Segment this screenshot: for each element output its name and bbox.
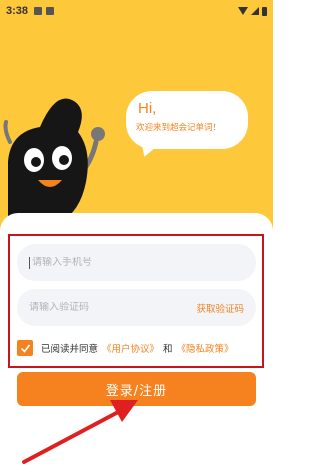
verification-code-field[interactable]: 获取验证码 [17,289,256,326]
and-text: 和 [163,344,173,355]
notification-a-icon [34,7,43,15]
verification-code-input[interactable] [29,302,197,313]
phone-input[interactable] [32,257,244,268]
message-icon [46,7,55,15]
agreement-row: 已阅读并同意 《用户协议》 和 《隐私政策》 [17,338,257,358]
user-agreement-link[interactable]: 《用户协议》 [102,341,159,355]
agree-checkbox[interactable] [17,340,33,356]
hero-banner: 3:38 Hi, 欢迎来到超会记单词！ [0,0,273,232]
status-bar: 3:38 [0,0,273,22]
bubble-greeting: Hi, [138,100,157,117]
get-code-button[interactable]: 获取验证码 [196,301,244,315]
bubble-message: 欢迎来到超会记单词！ [136,123,222,133]
phone-field[interactable] [17,244,256,281]
signal-icon [251,7,259,15]
checkmark-icon [20,344,30,353]
annotation-arrow-icon [22,400,138,464]
speech-bubble: Hi, 欢迎来到超会记单词！ [126,91,248,149]
privacy-policy-link[interactable]: 《隐私政策》 [177,341,234,355]
agree-text: 已阅读并同意 [41,344,99,355]
battery-icon [262,6,267,16]
status-time: 3:38 [6,5,29,17]
text-caret [29,256,30,269]
wifi-icon [238,7,248,15]
mascot-illustration [3,98,105,222]
